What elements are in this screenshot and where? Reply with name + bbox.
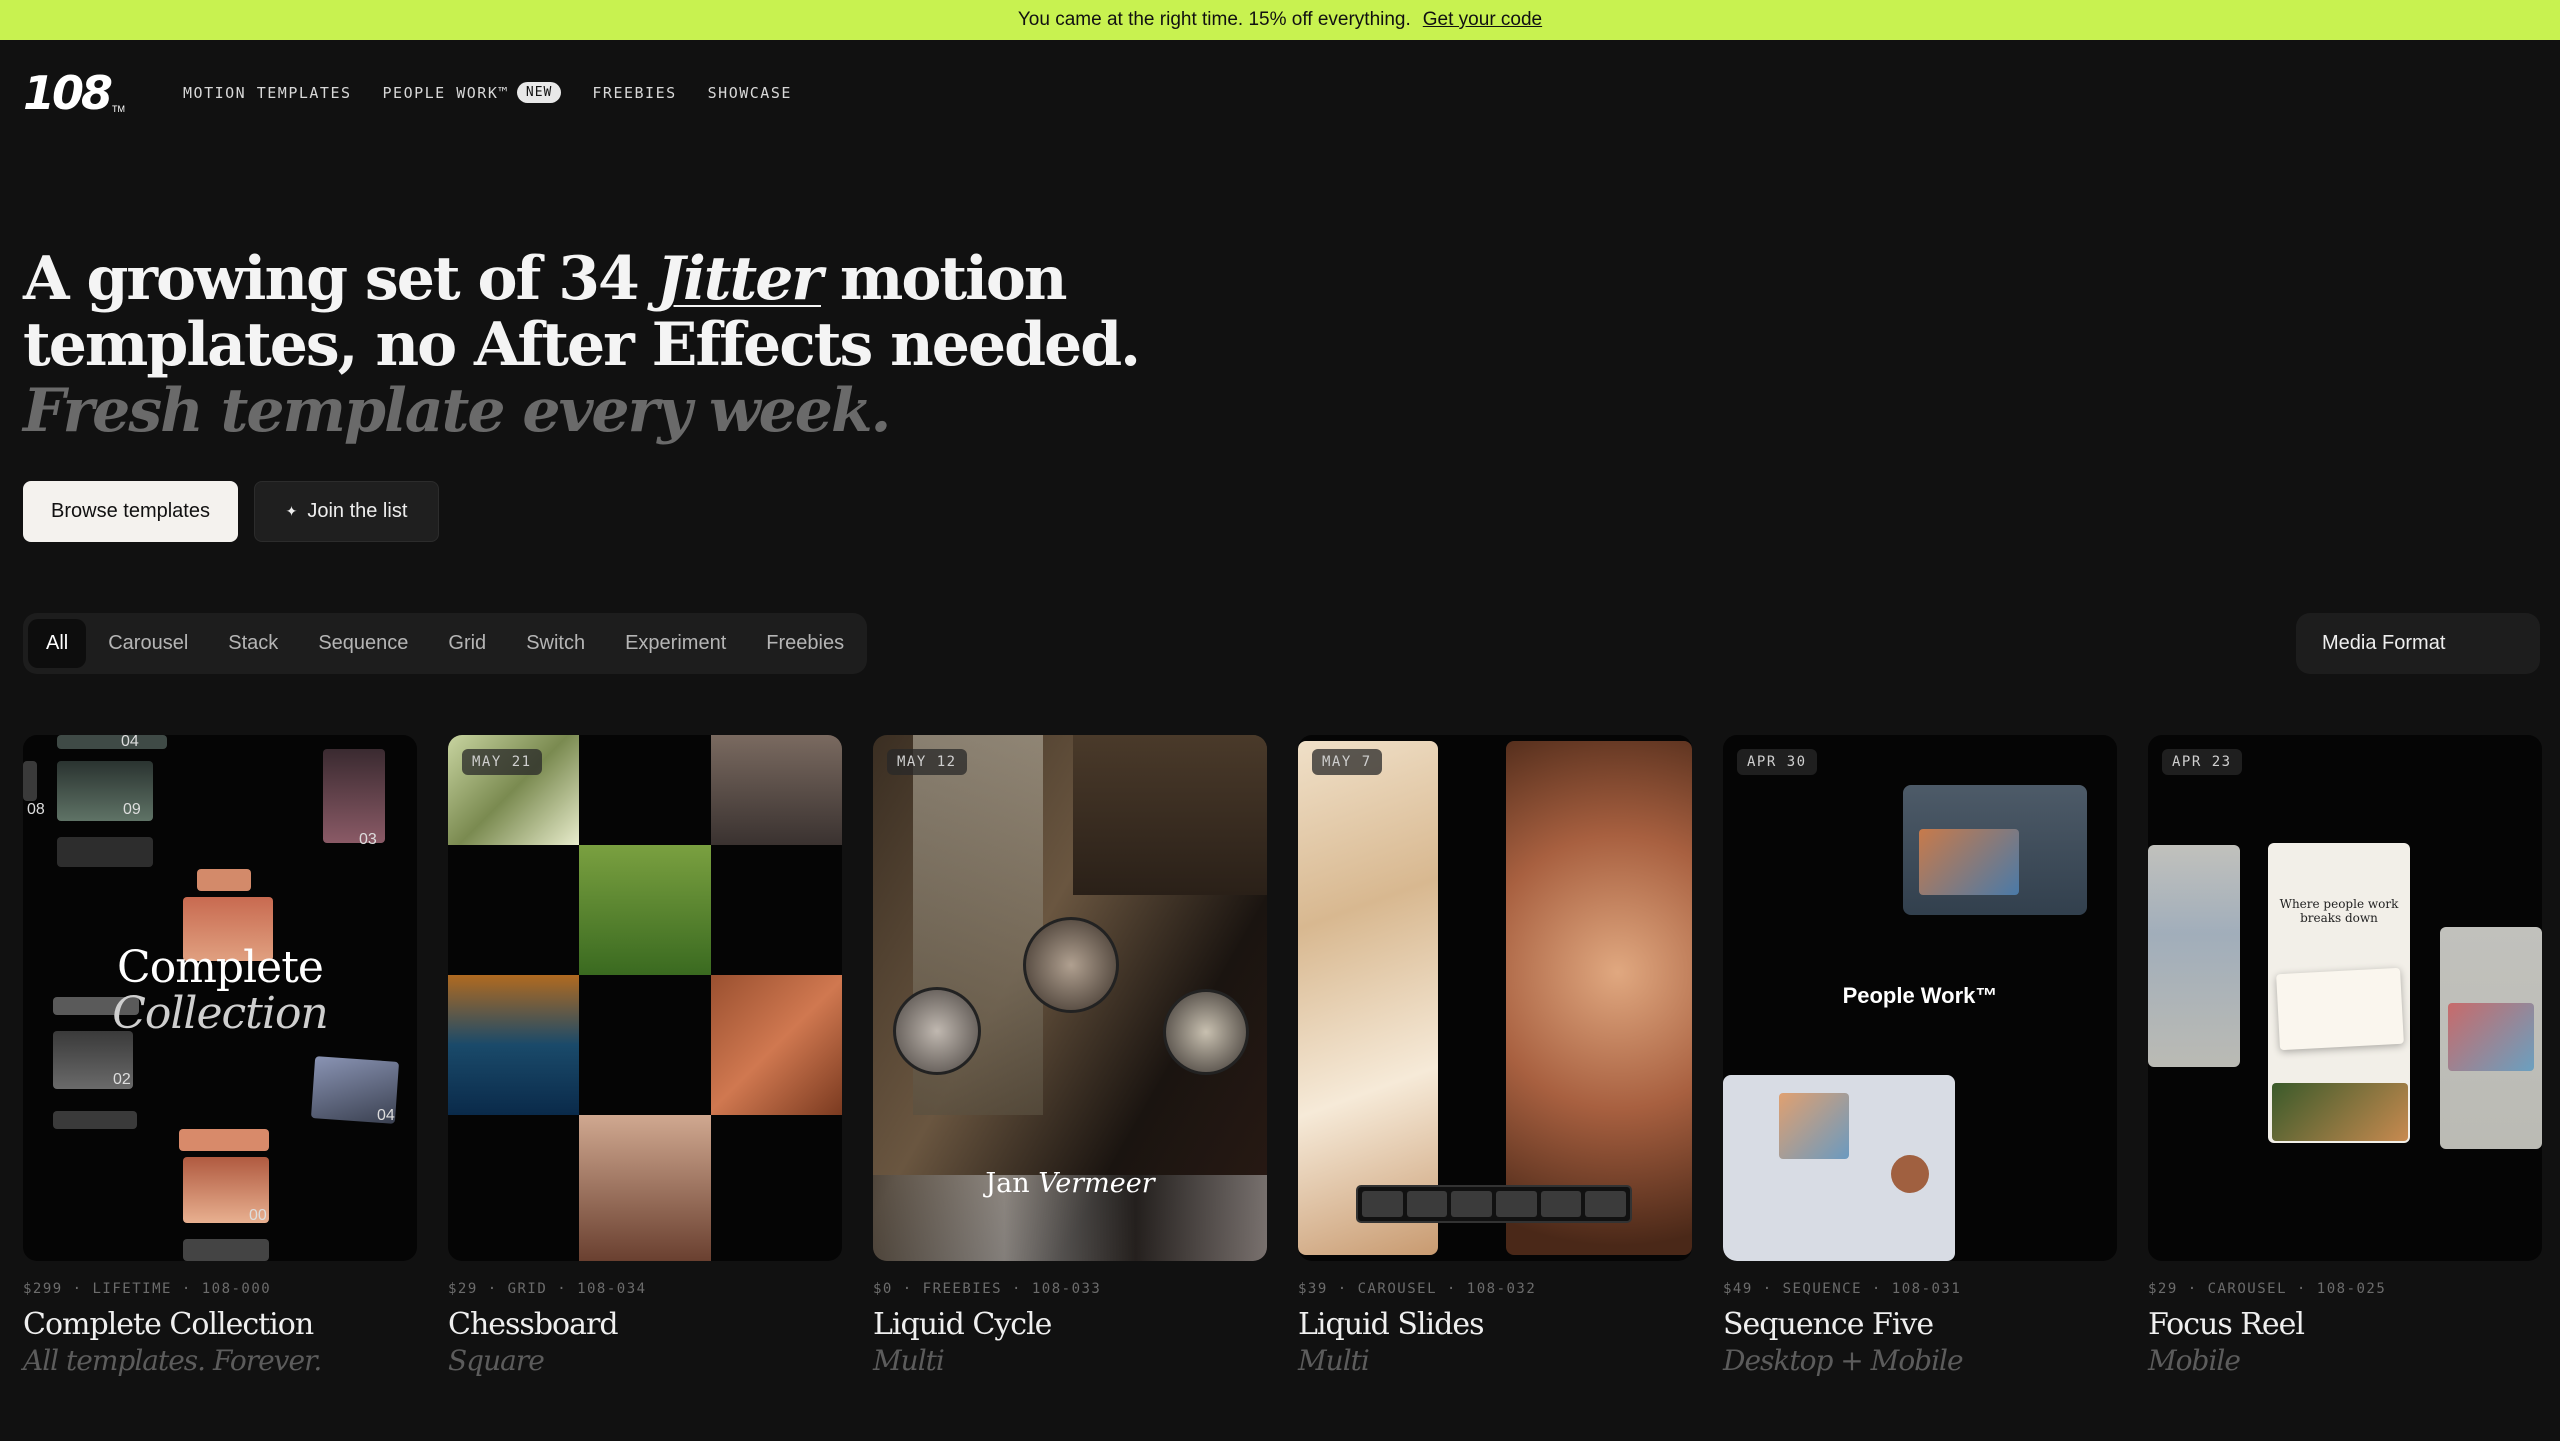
hero-line1-pre: A growing set of 34 <box>23 244 657 314</box>
filter-grid[interactable]: Grid <box>430 619 504 668</box>
card-meta: $0 · FREEBIES · 108-033 <box>873 1281 1102 1297</box>
logo-mark: 108 <box>23 65 113 120</box>
card-thumbnail: 04 09 08 03 02 04 00 Complete Collection <box>23 735 417 1261</box>
template-card[interactable]: MAY 12 Jan Vermeer $0 · FREEBIES · 108-0… <box>873 735 1267 1377</box>
nav-showcase[interactable]: SHOWCASE <box>708 84 792 102</box>
card-title: Sequence Five <box>1723 1307 1934 1342</box>
card-thumbnail: MAY 12 Jan Vermeer <box>873 735 1267 1261</box>
card-title: Focus Reel <box>2148 1307 2305 1342</box>
template-card[interactable]: 04 09 08 03 02 04 00 Complete Collection <box>23 735 417 1377</box>
join-list-button[interactable]: ✦ Join the list <box>254 481 439 542</box>
card-thumbnail: MAY 7 <box>1298 735 1692 1261</box>
preview-number: 03 <box>359 831 377 848</box>
hero-subline: Fresh template every week. <box>23 376 891 446</box>
card-meta: $29 · CAROUSEL · 108-025 <box>2148 1281 2387 1297</box>
card-subtitle: All templates. Forever. <box>23 1344 322 1377</box>
focus-reel-headline: Where people work breaks down <box>2279 897 2399 925</box>
date-badge: APR 30 <box>1737 749 1817 775</box>
hero-line2: templates, no After Effects needed. <box>23 310 1141 380</box>
card-meta: $49 · SEQUENCE · 108-031 <box>1723 1281 1962 1297</box>
nav-people-work-label: PEOPLE WORK™ <box>382 83 509 102</box>
date-badge: APR 23 <box>2162 749 2242 775</box>
card-meta: $39 · CAROUSEL · 108-032 <box>1298 1281 1537 1297</box>
top-nav: 108 TM MOTION TEMPLATES PEOPLE WORK™ NEW… <box>0 40 2560 145</box>
card-subtitle: Multi <box>873 1344 945 1377</box>
hero-line1-post: motion <box>821 244 1068 314</box>
filter-freebies[interactable]: Freebies <box>748 619 862 668</box>
card-meta: $299 · LIFETIME · 108-000 <box>23 1281 272 1297</box>
template-card[interactable]: APR 23 Where people work breaks down $29… <box>2148 735 2542 1377</box>
preview-number: 02 <box>113 1071 131 1088</box>
template-card[interactable]: APR 30 People Work™ $49 · SEQUENCE · 108… <box>1723 735 2117 1377</box>
browse-templates-button[interactable]: Browse templates <box>23 481 238 542</box>
people-work-logo-overlay: People Work™ <box>1842 983 1998 1008</box>
hero-heading: A growing set of 34 Jitter motion templa… <box>23 246 1323 444</box>
artist-first-name: Jan <box>985 1168 1039 1199</box>
logo[interactable]: 108 TM <box>23 66 125 120</box>
template-grid: 04 09 08 03 02 04 00 Complete Collection <box>23 735 2542 1377</box>
card-title: Chessboard <box>448 1307 619 1342</box>
nav-freebies[interactable]: FREEBIES <box>592 84 676 102</box>
cta-group: Browse templates ✦ Join the list <box>23 481 439 542</box>
overlay-line: Complete <box>117 942 324 993</box>
filter-all[interactable]: All <box>28 619 87 668</box>
preview-number: 09 <box>123 801 141 818</box>
overlay-line-italic: Collection <box>112 988 329 1039</box>
card-subtitle: Desktop + Mobile <box>1723 1344 1964 1377</box>
filter-stack[interactable]: Stack <box>210 619 296 668</box>
promo-text: You came at the right time. 15% off ever… <box>1017 9 1411 30</box>
card-subtitle: Mobile <box>2148 1344 2241 1377</box>
filter-switch[interactable]: Switch <box>508 619 603 668</box>
card-subtitle: Multi <box>1298 1344 1370 1377</box>
category-filters: All Carousel Stack Sequence Grid Switch … <box>23 613 868 674</box>
sparkle-icon: ✦ <box>285 503 298 519</box>
card-thumbnail: APR 30 People Work™ <box>1723 735 2117 1261</box>
preview-number: 08 <box>27 801 45 818</box>
logo-trademark: TM <box>112 103 126 114</box>
date-badge: MAY 21 <box>462 749 542 775</box>
filter-sequence[interactable]: Sequence <box>300 619 426 668</box>
preview-number: 04 <box>377 1107 395 1124</box>
card-subtitle: Square <box>448 1344 545 1377</box>
card-title: Liquid Cycle <box>873 1307 1052 1342</box>
card-meta: $29 · GRID · 108-034 <box>448 1281 647 1297</box>
promo-banner: You came at the right time. 15% off ever… <box>0 0 2560 40</box>
preview-number: 00 <box>249 1207 267 1224</box>
card-title: Complete Collection <box>23 1307 314 1342</box>
nav-motion-templates[interactable]: MOTION TEMPLATES <box>183 84 352 102</box>
filter-experiment[interactable]: Experiment <box>607 619 744 668</box>
date-badge: MAY 12 <box>887 749 967 775</box>
card-thumbnail: APR 23 Where people work breaks down <box>2148 735 2542 1261</box>
filter-carousel[interactable]: Carousel <box>90 619 206 668</box>
date-badge: MAY 7 <box>1312 749 1382 775</box>
nav-people-work[interactable]: PEOPLE WORK™ NEW <box>383 82 562 103</box>
card-thumbnail: MAY 21 <box>448 735 842 1261</box>
card-title: Liquid Slides <box>1298 1307 1484 1342</box>
artist-name-overlay: Jan Vermeer <box>873 1168 1267 1199</box>
get-code-link[interactable]: Get your code <box>1423 9 1542 31</box>
new-badge: NEW <box>516 82 562 103</box>
nav-links: MOTION TEMPLATES PEOPLE WORK™ NEW FREEBI… <box>183 82 792 103</box>
thumbnail-strip <box>1356 1185 1632 1223</box>
template-card[interactable]: MAY 21 $29 · GRID · 108-034 Chessboard S… <box>448 735 842 1377</box>
media-format-dropdown[interactable]: Media Format <box>2296 613 2540 674</box>
template-card[interactable]: MAY 7 $39 · CAROUSEL · 108-032 Liquid Sl… <box>1298 735 1692 1377</box>
jitter-link[interactable]: Jitter <box>657 244 823 314</box>
collection-overlay-title: Complete Collection <box>23 945 417 1037</box>
join-list-label: Join the list <box>307 500 408 522</box>
artist-last-name: Vermeer <box>1038 1168 1155 1199</box>
preview-number: 04 <box>121 735 139 750</box>
